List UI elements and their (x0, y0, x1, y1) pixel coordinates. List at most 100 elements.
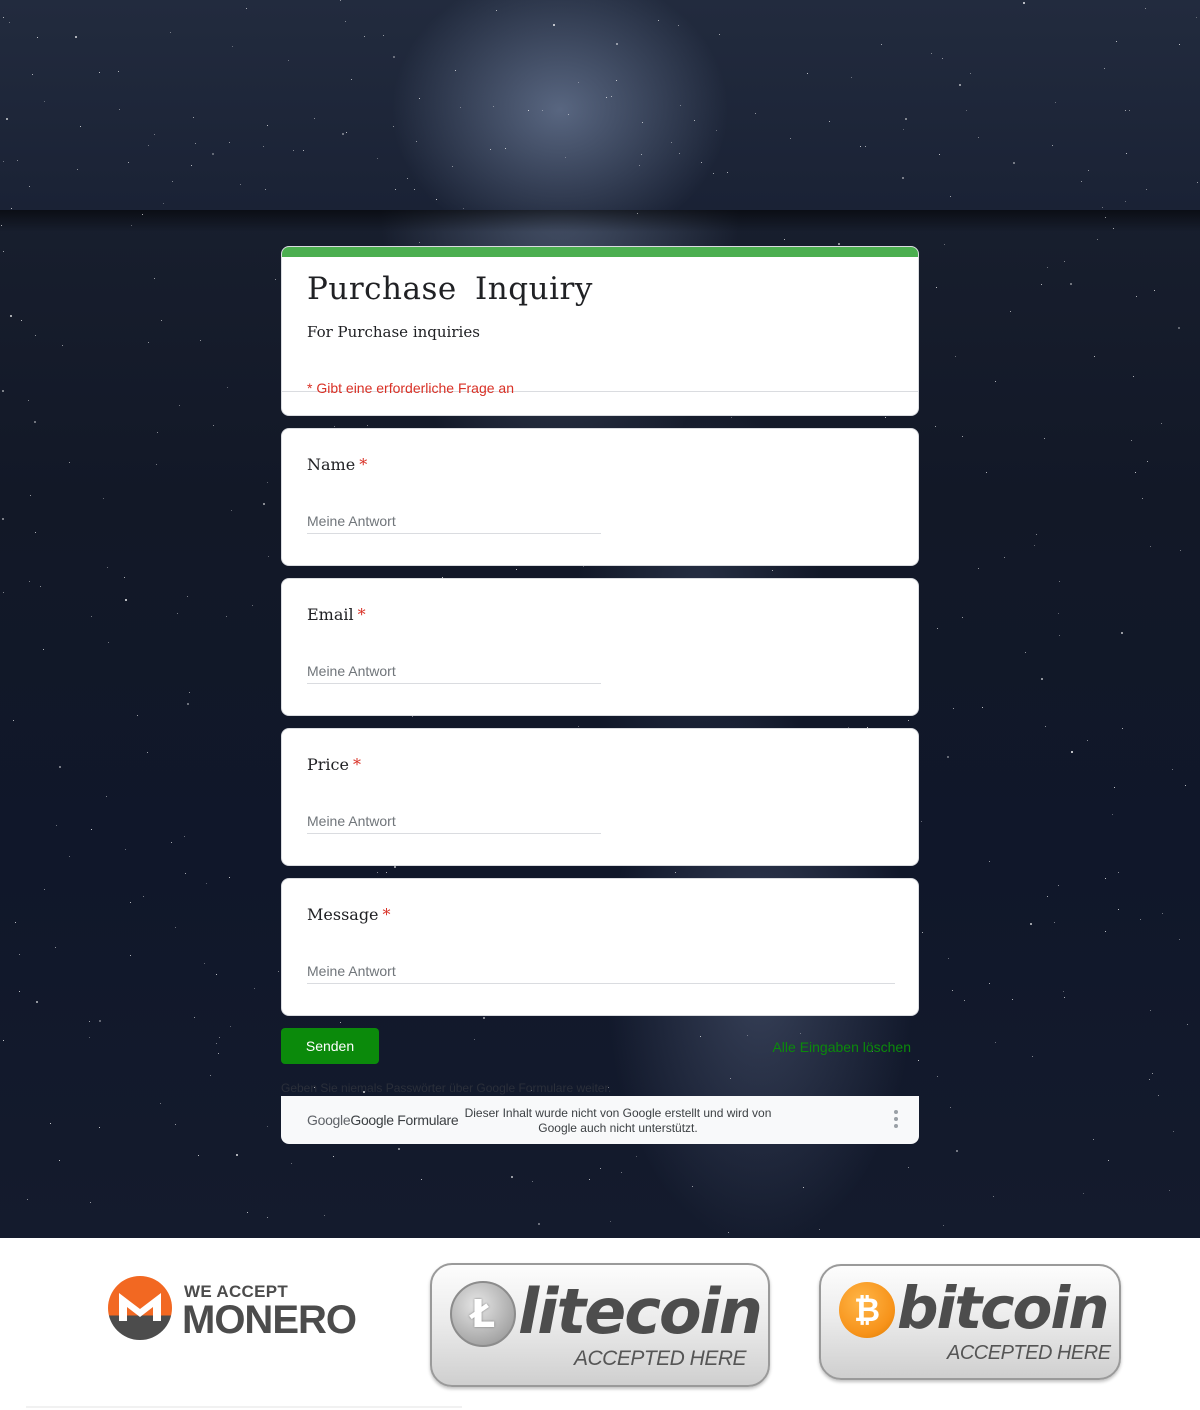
star (407, 178, 408, 179)
star (851, 77, 852, 78)
star (600, 1168, 601, 1169)
star (236, 1154, 238, 1156)
star (230, 1026, 231, 1027)
star (50, 1123, 51, 1124)
star (2, 518, 4, 520)
email-input[interactable] (307, 659, 601, 684)
star (278, 971, 279, 972)
star (30, 495, 31, 496)
question-title: Name (307, 455, 356, 474)
price-input[interactable] (307, 809, 601, 834)
star (865, 146, 866, 147)
name-input[interactable] (307, 509, 601, 534)
star (713, 173, 714, 174)
star (962, 617, 963, 618)
star (29, 581, 30, 582)
google-forms-logo[interactable]: GoogleGoogle Formulare (307, 1112, 459, 1128)
star (288, 60, 289, 61)
star (218, 1053, 219, 1054)
star (89, 1037, 90, 1038)
star (947, 756, 949, 758)
star (1013, 162, 1015, 164)
star (267, 482, 268, 483)
star (1058, 613, 1059, 614)
star (195, 143, 196, 144)
bitcoin-accepted: ACCEPTED HERE (947, 1342, 1111, 1364)
question-label: Email * (307, 605, 366, 624)
star (3, 251, 4, 252)
star (160, 1103, 161, 1104)
star (35, 532, 36, 533)
star (99, 1020, 101, 1022)
star (1125, 110, 1126, 111)
litecoin-word: litecoin (518, 1275, 763, 1348)
star (1154, 290, 1155, 291)
star (1142, 498, 1143, 499)
star (1041, 678, 1043, 680)
more-options-icon[interactable] (893, 1110, 899, 1130)
star (124, 577, 125, 578)
star (43, 649, 44, 650)
star (1044, 438, 1045, 439)
star (229, 142, 230, 143)
star (11, 208, 12, 209)
star (1058, 885, 1059, 886)
star (44, 101, 45, 102)
star (1045, 726, 1046, 727)
star (679, 153, 680, 154)
star (293, 150, 294, 151)
star (142, 214, 143, 215)
star (636, 1156, 637, 1157)
star (1162, 913, 1163, 914)
submit-button[interactable]: Senden (281, 1028, 379, 1064)
star (291, 1163, 292, 1164)
star (1054, 922, 1055, 923)
message-input[interactable] (307, 959, 895, 984)
star (333, 1156, 334, 1157)
star (1064, 997, 1065, 998)
star (1102, 207, 1103, 208)
star (263, 146, 264, 147)
star (247, 1212, 248, 1213)
star (1133, 376, 1134, 377)
star (1032, 1056, 1033, 1057)
star (163, 203, 164, 204)
star (216, 1043, 217, 1044)
star (621, 1172, 622, 1173)
star (989, 983, 990, 984)
star (44, 889, 45, 890)
star (1055, 102, 1056, 103)
star (1071, 751, 1073, 753)
star (905, 118, 907, 120)
star (229, 877, 230, 878)
star (268, 556, 269, 557)
star (637, 213, 638, 214)
star (692, 1186, 693, 1187)
star (414, 189, 415, 190)
star (80, 126, 81, 127)
star (15, 922, 16, 923)
question-title: Message (307, 905, 379, 924)
star (942, 58, 943, 59)
star (314, 118, 315, 119)
star (324, 1215, 325, 1216)
star (77, 169, 78, 170)
star (1140, 919, 1141, 920)
star (416, 141, 417, 142)
question-label: Name * (307, 455, 367, 474)
star (1180, 550, 1181, 551)
star (1145, 8, 1146, 9)
star (172, 181, 173, 182)
clear-form-link[interactable]: Alle Eingaben löschen (772, 1039, 911, 1055)
star (194, 1017, 195, 1018)
star (881, 44, 882, 45)
litecoin-glyph: Ł (470, 1292, 496, 1336)
star (227, 387, 228, 388)
star (1116, 41, 1117, 42)
star (1136, 296, 1137, 297)
star (803, 1187, 804, 1188)
star (1122, 728, 1123, 729)
star (565, 157, 566, 158)
star (55, 947, 56, 948)
star (1047, 896, 1048, 897)
